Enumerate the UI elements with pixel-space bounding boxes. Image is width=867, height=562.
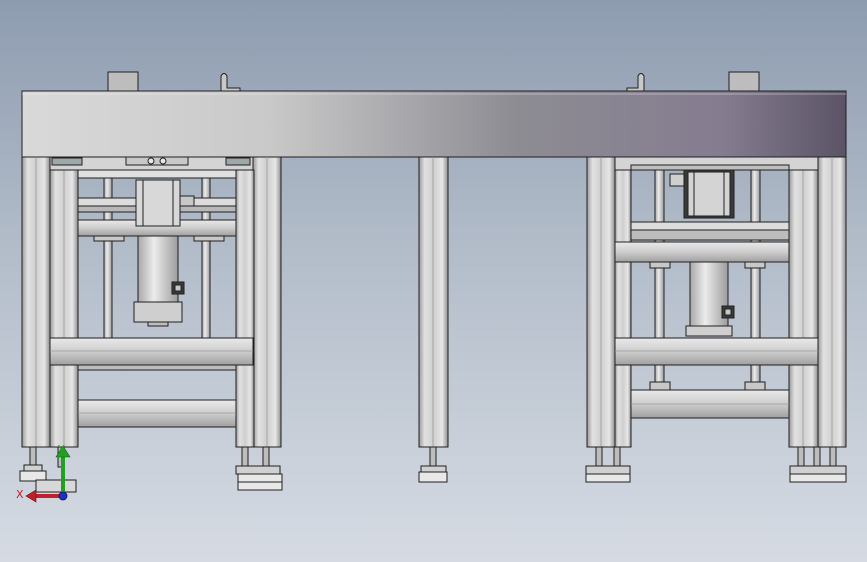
center-leg [418,156,449,448]
x-axis-arrowhead [25,489,37,503]
top-beam [21,90,847,158]
cad-viewport[interactable]: Y X [0,0,867,562]
right-module [586,156,847,448]
leveling-feet [19,446,847,493]
top-fittings [107,71,760,92]
left-module [21,156,282,448]
triad-y-label: Y [57,443,65,456]
triad-x-label: X [16,488,24,501]
z-axis-dot [58,491,68,501]
assembly-drawing: Y X [16,71,847,503]
